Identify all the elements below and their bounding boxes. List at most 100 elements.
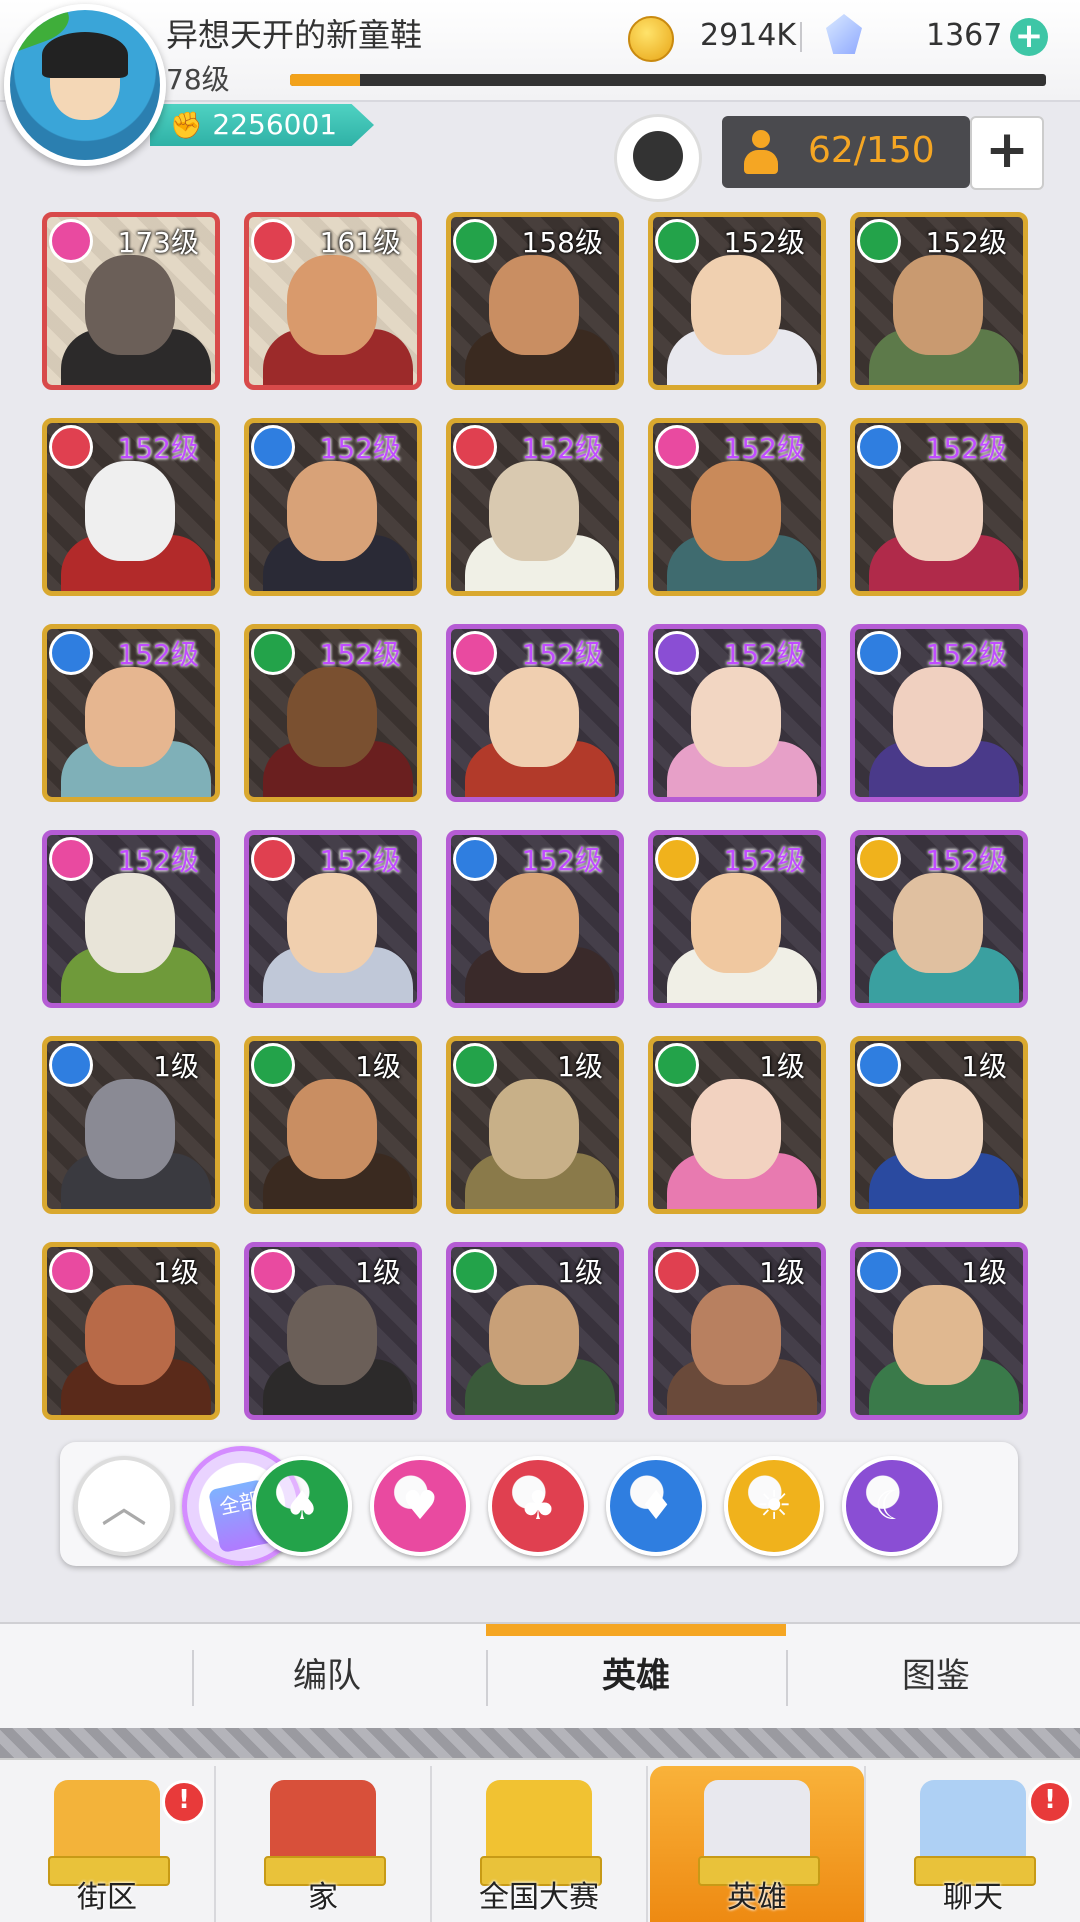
filter-sun-button[interactable]: ☀: [724, 1456, 824, 1556]
hero-card[interactable]: 152级: [244, 830, 422, 1008]
tab-heroes[interactable]: 英雄: [486, 1624, 786, 1728]
faction-filter-bar: ︿ 全部 ♠ ♥ ♣ ♦ ☀ ☾: [60, 1442, 1018, 1566]
currency-divider: [800, 22, 802, 52]
hero-portrait-face: [691, 1285, 781, 1385]
hero-level: 152级: [521, 844, 603, 877]
collapse-button[interactable]: ︿: [74, 1456, 174, 1556]
hero-portrait-face: [691, 667, 781, 767]
hero-card[interactable]: 152级: [244, 624, 422, 802]
nav-label: 街区: [77, 1880, 137, 1915]
club-faction-icon: [453, 425, 497, 469]
filter-club-button[interactable]: ♣: [488, 1456, 588, 1556]
hero-card[interactable]: 152级: [648, 830, 826, 1008]
hero-level: 152级: [925, 844, 1007, 877]
hero-card[interactable]: 1级: [244, 1242, 422, 1420]
tab-label: 编队: [293, 1656, 361, 1696]
add-gems-button[interactable]: +: [1010, 18, 1048, 56]
hero-card[interactable]: 158级: [446, 212, 624, 390]
hero-card[interactable]: 152级: [648, 418, 826, 596]
hero-card[interactable]: 152级: [244, 418, 422, 596]
hero-level: 1级: [355, 1256, 401, 1289]
hero-card[interactable]: 152级: [446, 830, 624, 1008]
heart-icon: ♥: [402, 1483, 438, 1529]
hero-portrait-face: [287, 873, 377, 973]
fist-icon: ✊: [170, 111, 203, 141]
club-faction-icon: [251, 837, 295, 881]
sun-faction-icon: [857, 837, 901, 881]
hero-level: 152级: [117, 638, 199, 671]
hero-portrait-face: [893, 255, 983, 355]
hero-portrait-face: [489, 667, 579, 767]
hero-card[interactable]: 152级: [850, 418, 1028, 596]
hero-card[interactable]: 152级: [850, 624, 1028, 802]
hero-level: 1级: [961, 1050, 1007, 1083]
hero-portrait-face: [287, 1079, 377, 1179]
avatar-hair: [42, 32, 128, 78]
club-faction-icon: [49, 425, 93, 469]
hero-card[interactable]: 1级: [446, 1242, 624, 1420]
hero-card[interactable]: 152级: [850, 830, 1028, 1008]
nav-house[interactable]: 家: [216, 1766, 430, 1922]
hero-card[interactable]: 152级: [42, 624, 220, 802]
hero-portrait-face: [85, 873, 175, 973]
xp-progress-fill: [290, 74, 360, 86]
hero-card[interactable]: 1级: [850, 1036, 1028, 1214]
filter-heart-button[interactable]: ♥: [370, 1456, 470, 1556]
tab-label: 英雄: [602, 1656, 670, 1696]
hero-portrait-face: [287, 255, 377, 355]
hero-portrait-face: [85, 667, 175, 767]
heart-faction-icon: [49, 219, 93, 263]
hero-portrait-face: [489, 255, 579, 355]
hero-card[interactable]: 152级: [446, 624, 624, 802]
hero-card[interactable]: 152级: [850, 212, 1028, 390]
tab-formation[interactable]: 编队: [192, 1624, 462, 1728]
nav-divider: [646, 1766, 648, 1922]
diamond-faction-icon: [857, 631, 901, 675]
nav-chat-bubble[interactable]: 聊天!: [866, 1766, 1080, 1922]
guild-emblem-button[interactable]: [614, 114, 702, 202]
player-avatar[interactable]: [4, 4, 166, 166]
hero-card[interactable]: 161级: [244, 212, 422, 390]
spade-faction-icon: [655, 219, 699, 263]
hero-count-box: 62/150: [722, 116, 970, 188]
hero-card[interactable]: 1级: [648, 1036, 826, 1214]
hero-portrait-face: [893, 667, 983, 767]
diamond-icon: ♦: [638, 1483, 674, 1529]
tab-label: 图鉴: [902, 1656, 970, 1696]
moon-icon: ☾: [874, 1483, 910, 1529]
hero-card[interactable]: 1级: [42, 1036, 220, 1214]
hero-portrait-face: [85, 1079, 175, 1179]
nav-hero-cards[interactable]: 英雄: [650, 1766, 864, 1922]
diamond-faction-icon: [857, 1043, 901, 1087]
hero-card[interactable]: 152级: [648, 624, 826, 802]
club-faction-icon: [655, 1249, 699, 1293]
diamond-faction-icon: [49, 1043, 93, 1087]
spade-icon: ♠: [284, 1483, 320, 1529]
person-icon: [744, 130, 778, 174]
hero-card[interactable]: 1级: [446, 1036, 624, 1214]
hero-card[interactable]: 152级: [42, 830, 220, 1008]
hero-card[interactable]: 1级: [244, 1036, 422, 1214]
hero-card[interactable]: 152级: [648, 212, 826, 390]
hero-card[interactable]: 1级: [850, 1242, 1028, 1420]
hero-card[interactable]: 173级: [42, 212, 220, 390]
hero-level: 152级: [521, 432, 603, 465]
hero-card[interactable]: 152级: [446, 418, 624, 596]
expand-hero-slots-button[interactable]: +: [970, 116, 1044, 190]
tab-codex[interactable]: 图鉴: [786, 1624, 1080, 1728]
hero-card[interactable]: 1级: [42, 1242, 220, 1420]
hero-level: 1级: [557, 1050, 603, 1083]
hero-card[interactable]: 1级: [648, 1242, 826, 1420]
hero-level: 173级: [117, 226, 199, 259]
filter-diamond-button[interactable]: ♦: [606, 1456, 706, 1556]
filter-spade-button[interactable]: ♠: [252, 1456, 352, 1556]
hero-level: 152级: [117, 844, 199, 877]
hero-portrait-face: [691, 873, 781, 973]
hero-card[interactable]: 152级: [42, 418, 220, 596]
spade-faction-icon: [857, 219, 901, 263]
nav-signpost[interactable]: 街区!: [0, 1766, 214, 1922]
hero-level: 152级: [723, 226, 805, 259]
nav-trophy[interactable]: 全国大赛: [432, 1766, 646, 1922]
filter-moon-button[interactable]: ☾: [842, 1456, 942, 1556]
diamond-faction-icon: [251, 425, 295, 469]
